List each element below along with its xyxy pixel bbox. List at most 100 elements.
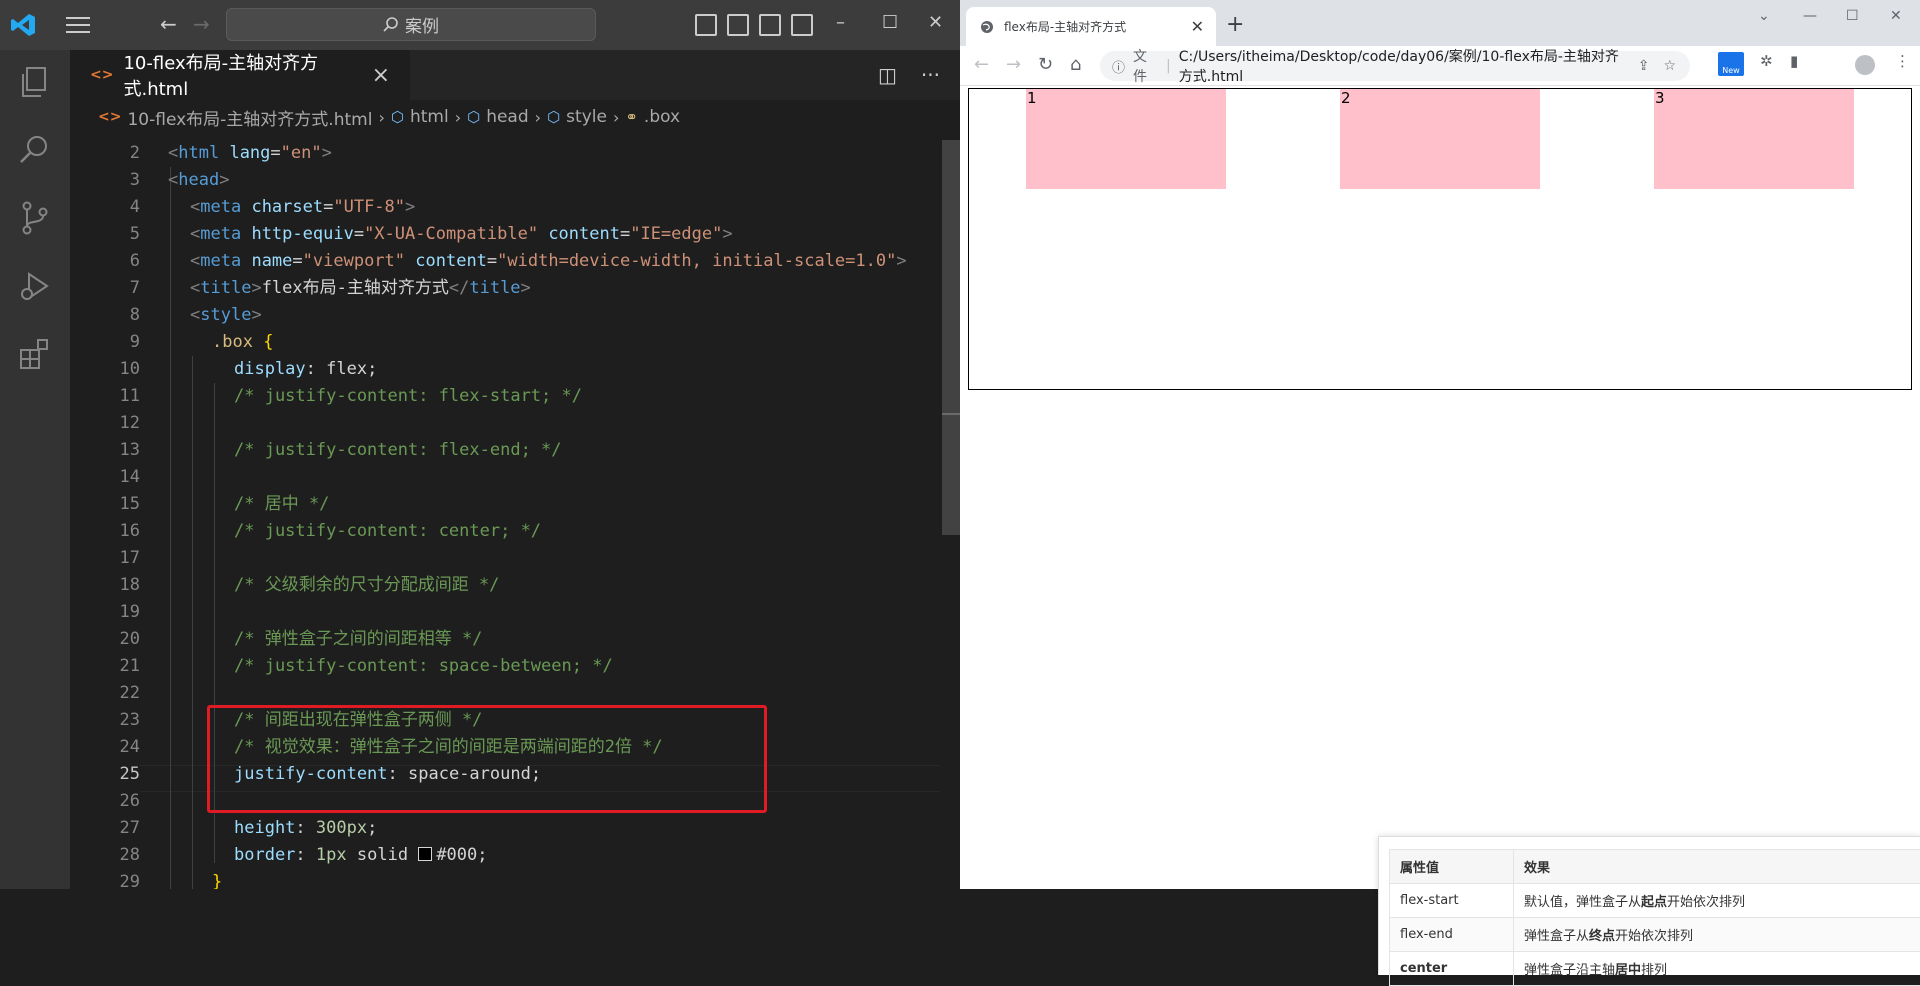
address-separator: | — [1166, 58, 1171, 74]
reload-icon[interactable]: ↻ — [1038, 54, 1053, 75]
flex-item-2: 2 — [1340, 89, 1540, 189]
code-line-21: /* justify-content: space-between; */ — [234, 653, 613, 680]
breadcrumb-html[interactable]: html — [410, 107, 449, 127]
color-swatch[interactable] — [418, 847, 432, 861]
side-panel-icon[interactable]: ▮ — [1790, 52, 1798, 70]
search-sidebar-icon[interactable] — [17, 132, 53, 168]
code-line-15: /* 居中 */ — [234, 491, 329, 518]
flex-container-box: 1 2 3 — [968, 88, 1912, 390]
bookmark-star-icon[interactable]: ☆ — [1663, 58, 1676, 74]
maximize-icon[interactable]: ☐ — [882, 12, 898, 34]
table-cell-effect: 弹性盒子从终点开始依次排列 — [1514, 918, 1920, 952]
line-number: 28 — [80, 842, 140, 869]
address-url: C:/Users/itheima/Desktop/code/day06/案例/1… — [1179, 46, 1630, 86]
browser-tab-title: flex布局-主轴对齐方式 — [1004, 18, 1126, 35]
line-number: 15 — [80, 491, 140, 518]
info-icon[interactable]: ⓘ — [1112, 57, 1125, 76]
editor-tab-active[interactable]: <> 10-flex布局-主轴对齐方式.html × — [70, 50, 410, 100]
line-number: 13 — [80, 437, 140, 464]
run-debug-icon[interactable] — [17, 268, 53, 304]
code-line-13: /* justify-content: flex-end; */ — [234, 437, 562, 464]
chevron-right-icon: › — [613, 108, 619, 127]
activity-bar — [0, 50, 70, 889]
scrollbar-cursor-marker — [942, 413, 960, 415]
line-number: 19 — [80, 599, 140, 626]
home-icon[interactable]: ⌂ — [1070, 54, 1081, 75]
back-arrow-icon[interactable]: ← — [974, 54, 989, 75]
tab-close-icon[interactable]: × — [372, 63, 390, 88]
breadcrumb-style[interactable]: style — [566, 107, 607, 127]
table-cell-effect: 弹性盒子沿主轴居中排列 — [1514, 952, 1920, 986]
maximize-icon[interactable]: ☐ — [1846, 8, 1859, 24]
line-number: 23 — [80, 707, 140, 734]
browser-toolbar: ← → ↻ ⌂ ⓘ 文件 | C:/Users/itheima/Desktop/… — [960, 46, 1920, 86]
layout-controls — [695, 14, 813, 36]
address-bar[interactable]: ⓘ 文件 | C:/Users/itheima/Desktop/code/day… — [1100, 51, 1690, 81]
close-window-icon[interactable]: ✕ — [928, 12, 943, 34]
line-number: 17 — [80, 545, 140, 572]
code-line-8: <style> — [190, 302, 262, 329]
explorer-icon[interactable] — [17, 64, 53, 100]
code-line-27: height: 300px; — [234, 815, 377, 842]
customize-layout-icon[interactable] — [791, 14, 813, 36]
minimize-icon[interactable]: – — [836, 12, 845, 34]
line-number: 29 — [80, 869, 140, 896]
line-number: 26 — [80, 788, 140, 815]
extension-new-badge-icon[interactable]: New — [1718, 52, 1744, 76]
code-line-18: /* 父级剩余的尺寸分配成间距 */ — [234, 572, 499, 599]
command-center-search[interactable]: 案例 — [226, 8, 596, 41]
toggle-primary-sidebar-icon[interactable] — [695, 14, 717, 36]
browser-tab-active[interactable]: flex布局-主轴对齐方式 ✕ — [966, 7, 1216, 46]
browser-menu-icon[interactable]: ⋮ — [1895, 52, 1910, 70]
line-number: 10 — [80, 356, 140, 383]
tab-search-chevron-icon[interactable]: ⌄ — [1758, 8, 1770, 24]
toggle-panel-icon[interactable] — [727, 14, 749, 36]
split-editor-icon[interactable]: ◫ — [878, 63, 897, 87]
close-window-icon[interactable]: ✕ — [1890, 8, 1902, 24]
table-cell-value: center — [1390, 952, 1514, 986]
browser-tab-strip: flex布局-主轴对齐方式 ✕ + ⌄ — ☐ ✕ — [960, 0, 1920, 46]
new-tab-icon[interactable]: + — [1226, 12, 1244, 37]
indent-guide — [192, 356, 193, 889]
forward-arrow-icon[interactable]: → — [193, 14, 215, 34]
breadcrumb-selector[interactable]: .box — [644, 107, 680, 127]
extensions-icon[interactable] — [17, 336, 53, 372]
breadcrumb-file[interactable]: 10-flex布局-主轴对齐方式.html — [127, 105, 372, 130]
line-number: 21 — [80, 653, 140, 680]
line-number-active: 25 — [80, 761, 140, 788]
scrollbar-thumb[interactable] — [942, 140, 960, 535]
vscode-logo-icon — [10, 13, 36, 37]
profile-avatar[interactable] — [1855, 55, 1875, 75]
breadcrumb-head[interactable]: head — [486, 107, 528, 127]
element-icon: ⬡ — [391, 108, 404, 126]
source-control-icon[interactable] — [17, 200, 53, 236]
line-number: 14 — [80, 464, 140, 491]
table-header-value: 属性值 — [1390, 850, 1514, 884]
extensions-puzzle-icon[interactable]: ✲ — [1760, 52, 1773, 70]
more-actions-icon[interactable]: ··· — [921, 63, 940, 87]
forward-arrow-icon[interactable]: → — [1006, 54, 1021, 75]
share-icon[interactable]: ⇪ — [1638, 58, 1650, 74]
minimize-icon[interactable]: — — [1803, 8, 1817, 24]
line-number: 5 — [80, 221, 140, 248]
toggle-secondary-sidebar-icon[interactable] — [759, 14, 781, 36]
chevron-right-icon: › — [535, 108, 541, 127]
line-number: 6 — [80, 248, 140, 275]
line-number: 24 — [80, 734, 140, 761]
selector-icon: ⚭ — [625, 108, 638, 126]
line-number: 16 — [80, 518, 140, 545]
chevron-right-icon: › — [455, 108, 461, 127]
title-bar: ← → 案例 – ☐ ✕ — [0, 0, 960, 50]
justify-content-reference-table: 属性值 效果 flex-start 默认值，弹性盒子从起点开始依次排列 flex… — [1378, 836, 1920, 975]
html-file-icon: <> — [90, 67, 113, 83]
hamburger-menu-icon[interactable] — [66, 16, 90, 34]
line-number: 22 — [80, 680, 140, 707]
chevron-right-icon: › — [378, 108, 384, 127]
line-number: 7 — [80, 275, 140, 302]
line-number: 27 — [80, 815, 140, 842]
flex-item-1: 1 — [1026, 89, 1226, 189]
tab-close-icon[interactable]: ✕ — [1191, 17, 1204, 36]
html-file-icon: <> — [98, 109, 121, 125]
command-center-text: 案例 — [405, 12, 439, 37]
back-arrow-icon[interactable]: ← — [160, 14, 182, 34]
